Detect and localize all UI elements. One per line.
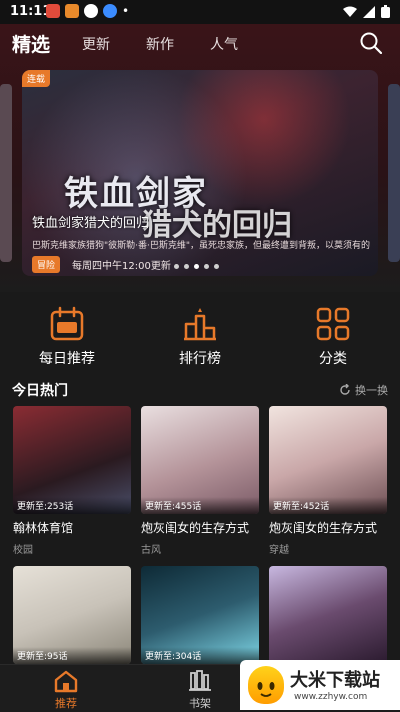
comic-cover: 更新至:452话 bbox=[269, 406, 387, 514]
carousel-indicator bbox=[174, 264, 219, 269]
banner-tag: 连载 bbox=[22, 70, 51, 87]
quick-links: 每日推荐 排行榜 分类 bbox=[0, 294, 400, 374]
nav-recommend-label: 推荐 bbox=[55, 697, 77, 710]
watermark-logo bbox=[248, 666, 284, 704]
wifi-icon bbox=[343, 6, 357, 17]
refresh-icon bbox=[340, 384, 350, 395]
comic-genre: 古风 bbox=[141, 545, 161, 556]
comic-card[interactable]: 更新至:253话 翰林体育馆 校园 bbox=[13, 406, 131, 556]
watermark-url: www.zzhyw.com bbox=[294, 692, 368, 702]
battery-icon bbox=[381, 5, 390, 18]
comic-card[interactable]: 更新至:95话 bbox=[13, 566, 131, 664]
comic-genre: 穿越 bbox=[269, 545, 289, 556]
comic-cover: 更新至:253话 bbox=[13, 406, 131, 514]
status-system-icons bbox=[343, 5, 390, 18]
banner-title: 铁血剑家猎犬的回归 bbox=[32, 216, 150, 231]
alert-icon bbox=[84, 4, 98, 18]
carousel-dot-active bbox=[194, 264, 199, 269]
comic-cover bbox=[269, 566, 387, 664]
site-watermark: 大米下载站 www.zzhyw.com bbox=[240, 660, 400, 710]
comic-title: 炮灰闺女的生存方式 bbox=[141, 521, 250, 535]
more-notifications-dot: • bbox=[122, 4, 130, 18]
comic-update: 更新至:455话 bbox=[141, 497, 259, 514]
watermark-brand: 大米下载站 bbox=[290, 670, 380, 691]
comic-update: 更新至:253话 bbox=[13, 497, 131, 514]
search-icon[interactable] bbox=[360, 32, 382, 54]
comic-card[interactable] bbox=[269, 566, 387, 664]
comic-card[interactable]: 更新至:455话 炮灰闺女的生存方式 古风 bbox=[141, 406, 259, 556]
comic-update: 更新至:452话 bbox=[269, 497, 387, 514]
gallery-notification-icon bbox=[65, 4, 79, 18]
nav-bookshelf-label: 书架 bbox=[189, 697, 211, 710]
comic-title: 炮灰闺女的生存方式 bbox=[269, 521, 378, 535]
refresh-button[interactable]: 换一换 bbox=[339, 382, 388, 398]
nav-recommend[interactable]: 推荐 bbox=[36, 669, 96, 711]
comic-cover: 更新至:95话 bbox=[13, 566, 131, 664]
category-label: 分类 bbox=[319, 351, 347, 367]
signal-icon bbox=[363, 5, 375, 18]
carousel-dot bbox=[184, 264, 189, 269]
nav-bookshelf[interactable]: 书架 bbox=[170, 669, 230, 711]
comic-cover: 更新至:304话 bbox=[141, 566, 259, 664]
top-nav: 精选 更新 新作 人气 bbox=[0, 24, 400, 62]
ranking-podium-icon bbox=[184, 308, 216, 341]
category-grid-icon bbox=[316, 307, 350, 341]
ranking-label: 排行榜 bbox=[179, 351, 221, 367]
section-title-today-hot: 今日热门 bbox=[12, 383, 68, 399]
banner-description: 巴斯克维家族猎狗"彼斯勒·番·巴斯克维"，虽死忠家族，但最终遭到背叛，以莫须有的… bbox=[32, 241, 370, 251]
app-notification-icon bbox=[46, 4, 60, 18]
status-bar: 11:11 • bbox=[0, 0, 400, 24]
comic-card[interactable]: 更新至:452话 炮灰闺女的生存方式 穿越 bbox=[269, 406, 387, 556]
carousel-dot bbox=[174, 264, 179, 269]
refresh-label: 换一换 bbox=[355, 384, 388, 397]
banner-schedule: 每周四中午12:00更新 bbox=[72, 261, 171, 272]
download-icon bbox=[103, 4, 117, 18]
tab-updates[interactable]: 更新 bbox=[82, 34, 110, 54]
bookshelf-icon bbox=[189, 670, 211, 691]
category-button[interactable]: 分类 bbox=[288, 306, 378, 368]
status-notification-icons: • bbox=[46, 4, 129, 18]
carousel-dot bbox=[214, 264, 219, 269]
ranking-button[interactable]: 排行榜 bbox=[155, 306, 245, 368]
daily-recommend-button[interactable]: 每日推荐 bbox=[22, 306, 112, 368]
tab-new[interactable]: 新作 bbox=[146, 34, 174, 54]
comic-card[interactable]: 更新至:304话 bbox=[141, 566, 259, 664]
comic-update: 更新至:95话 bbox=[13, 647, 131, 664]
daily-recommend-label: 每日推荐 bbox=[39, 351, 95, 367]
home-icon bbox=[54, 670, 78, 693]
watermark-face-icon bbox=[257, 682, 275, 697]
carousel-next-card[interactable] bbox=[388, 84, 400, 262]
comic-title: 翰林体育馆 bbox=[13, 521, 74, 535]
comic-cover: 更新至:455话 bbox=[141, 406, 259, 514]
carousel-prev-card[interactable] bbox=[0, 84, 12, 262]
sale-calendar-icon bbox=[50, 306, 84, 341]
comic-genre: 校园 bbox=[13, 545, 33, 556]
featured-banner[interactable]: 连载 铁血剑家 猎犬的回归 铁血剑家猎犬的回归 巴斯克维家族猎狗"彼斯勒·番·巴… bbox=[22, 70, 378, 276]
carousel-dot bbox=[204, 264, 209, 269]
tab-popular[interactable]: 人气 bbox=[210, 34, 238, 54]
tab-featured[interactable]: 精选 bbox=[12, 30, 50, 57]
banner-genre-badge: 冒险 bbox=[32, 256, 61, 273]
